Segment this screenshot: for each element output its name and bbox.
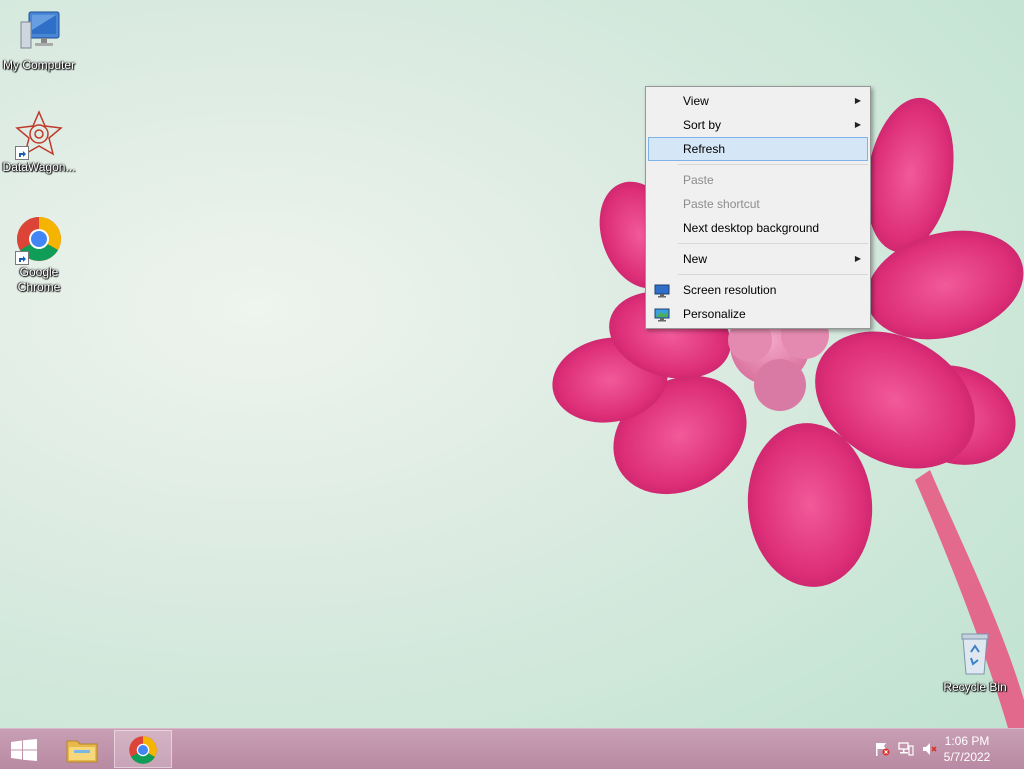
menu-item-new[interactable]: New ▶ [648,247,868,271]
desktop-icon-label: DataWagon... [2,160,76,174]
desktop-icon-google-chrome[interactable]: Google Chrome [0,215,78,295]
menu-item-label: Refresh [683,142,726,156]
shortcut-arrow-icon [15,251,29,265]
monitor-icon [654,283,670,298]
recycle-bin-icon [951,630,999,678]
menu-separator [678,274,868,275]
desktop-icon-datawagon[interactable]: DataWagon... [0,110,78,175]
menu-item-label: New [683,252,708,266]
menu-item-view[interactable]: View ▶ [648,89,868,113]
submenu-arrow-icon: ▶ [854,96,861,105]
taskbar-file-explorer-button[interactable] [56,730,112,768]
personalize-icon [654,307,670,322]
menu-item-paste-shortcut[interactable]: Paste shortcut [648,192,868,216]
desktop-icon-label: My Computer [2,58,76,72]
desktop-icon-recycle-bin[interactable]: Recycle Bin [936,630,1014,695]
desktop-context-menu: View ▶ Sort by ▶ Refresh Paste Paste sho… [645,86,871,329]
menu-item-label: Next desktop background [683,221,820,235]
chrome-icon [15,215,63,265]
file-explorer-icon [66,740,98,763]
menu-item-label: Paste shortcut [683,197,760,211]
shortcut-arrow-icon [15,146,29,160]
menu-item-label: View [683,94,709,108]
menu-item-refresh[interactable]: Refresh [648,137,868,161]
taskbar-chrome-button[interactable] [114,730,172,768]
desktop-icon-label: Recycle Bin [943,680,1007,694]
desktop-icon-my-computer[interactable]: My Computer [0,8,78,73]
menu-separator [678,243,868,244]
menu-item-label: Screen resolution [683,283,777,297]
submenu-arrow-icon: ▶ [854,254,861,263]
action-center-flag-icon[interactable] [874,742,890,756]
desktop-icon-label: Google Chrome [17,265,61,294]
clock-time: 1:06 PM [944,734,990,748]
menu-item-label: Paste [683,173,714,187]
computer-icon [15,8,63,56]
menu-item-personalize[interactable]: Personalize [648,302,868,326]
taskbar: 1:06 PM 5/7/2022 [0,728,1024,769]
menu-item-screen-resolution[interactable]: Screen resolution [648,278,868,302]
windows-logo-icon [11,739,37,761]
menu-item-label: Sort by [683,118,722,132]
datawagon-icon [15,110,63,160]
network-icon[interactable] [898,742,914,756]
clock-date: 5/7/2022 [943,750,991,764]
menu-item-sort-by[interactable]: Sort by ▶ [648,113,868,137]
desktop[interactable]: My Computer DataWagon... Google Chrome R… [0,0,1024,728]
menu-separator [678,164,868,165]
menu-item-paste[interactable]: Paste [648,168,868,192]
menu-item-next-desktop-background[interactable]: Next desktop background [648,216,868,240]
start-button[interactable] [0,730,48,768]
taskbar-clock[interactable]: 1:06 PM 5/7/2022 [932,733,1002,765]
chrome-icon [129,736,157,764]
submenu-arrow-icon: ▶ [854,120,861,129]
menu-item-label: Personalize [683,307,746,321]
